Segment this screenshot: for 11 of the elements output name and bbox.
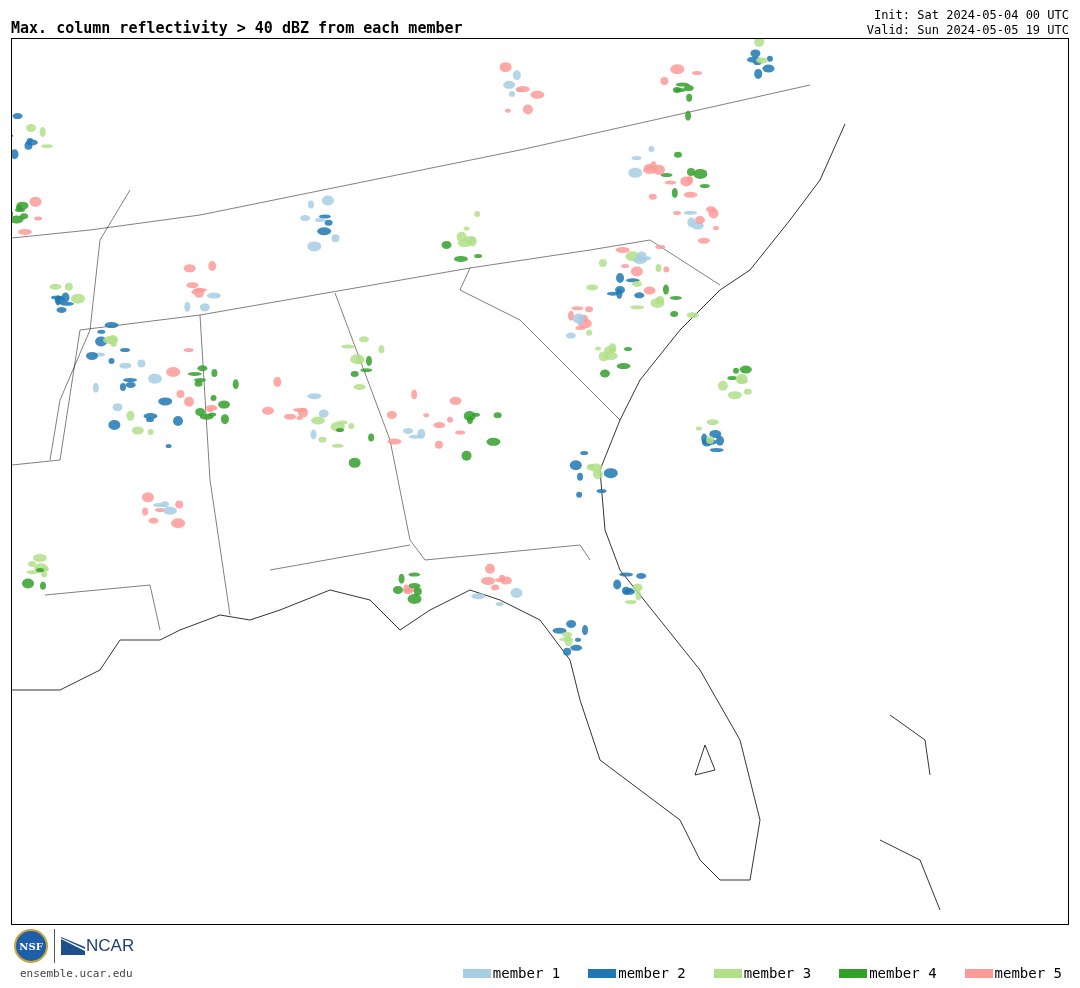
valid-time: Valid: Sun 2024-05-05 19 UTC — [866, 23, 1069, 38]
nsf-logo: NSF — [14, 929, 48, 963]
init-time: Init: Sat 2024-05-04 00 UTC — [873, 8, 1069, 23]
legend-label: member 3 — [743, 964, 812, 983]
legend-label: member 2 — [618, 964, 686, 983]
chart-title: Max. column reflectivity > 40 dBZ from each member — [11, 19, 463, 38]
ncar-logo: NCAR — [61, 933, 135, 959]
legend-label: member 5 — [994, 964, 1062, 983]
legend-label: member 1 — [492, 964, 561, 983]
legend-label: member 4 — [869, 964, 937, 983]
website-url: ensemble.ucar.edu — [20, 966, 134, 982]
